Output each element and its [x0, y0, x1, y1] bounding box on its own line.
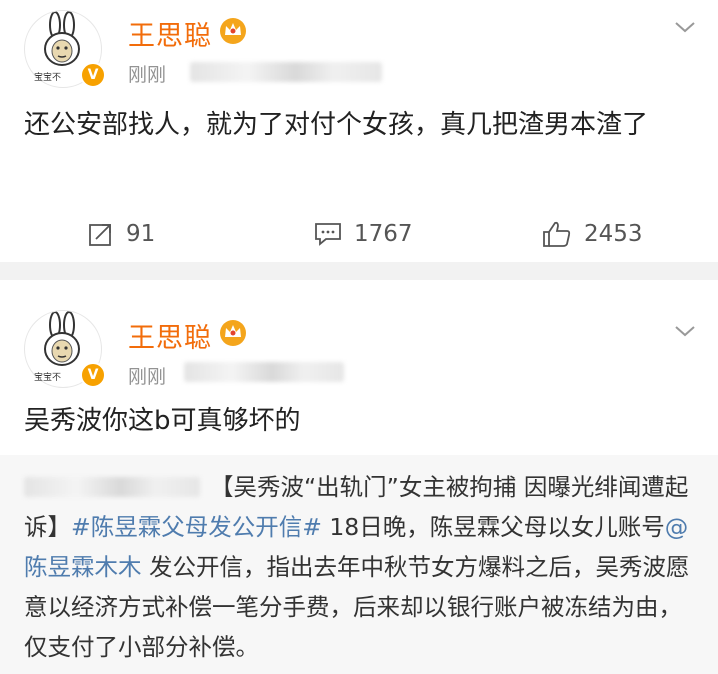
post-text: 还公安部找人，就为了对付个女孩，真几把渣男本渣了 — [24, 110, 649, 140]
weibo-post: 宝宝不 V 王思聪 刚刚 还公安部找人，就为了对付个女孩，真几把渣男本渣了 91… — [0, 0, 718, 262]
repost-body: 18日晚，陈昱霖父母以女儿账号 — [321, 513, 665, 541]
weibo-post: 宝宝不 V 王思聪 刚刚 吴秀波你这b可真够坏的 【吴秀波“出轨门”女主被拘捕 … — [0, 280, 718, 674]
chevron-down-icon[interactable] — [674, 324, 696, 338]
avatar-caption: 宝宝不 — [34, 373, 62, 383]
username[interactable]: 王思聪 — [128, 316, 212, 355]
verified-badge-icon: V — [80, 362, 106, 388]
post-text: 吴秀波你这b可真够坏的 — [24, 406, 301, 436]
comment-button[interactable]: 1767 — [314, 214, 413, 254]
hashtag-link[interactable]: #陈昱霖父母发公开信# — [71, 513, 322, 541]
blurred-source — [190, 62, 382, 82]
crown-icon — [220, 320, 246, 346]
repost-card[interactable]: 【吴秀波“出轨门”女主被拘捕 因曝光绯闻遭起诉】#陈昱霖父母发公开信# 18日晚… — [0, 455, 718, 674]
comment-icon — [315, 223, 341, 246]
post-time: 刚刚 — [128, 64, 167, 86]
verified-badge-icon: V — [80, 62, 106, 88]
repost-count: 91 — [126, 221, 156, 247]
post-divider — [0, 262, 718, 280]
crown-icon — [220, 18, 246, 44]
comment-count: 1767 — [354, 221, 413, 247]
username[interactable]: 王思聪 — [128, 14, 212, 53]
chevron-down-icon[interactable] — [674, 20, 696, 34]
avatar-caption: 宝宝不 — [34, 73, 62, 83]
thumbs-up-icon — [543, 221, 571, 247]
like-button[interactable]: 2453 — [542, 214, 643, 254]
repost-text: 【吴秀波“出轨门”女主被拘捕 因曝光绯闻遭起诉】#陈昱霖父母发公开信# 18日晚… — [24, 467, 700, 667]
like-count: 2453 — [584, 221, 643, 247]
action-bar: 91 1767 2453 — [0, 214, 718, 254]
blurred-source — [184, 362, 344, 382]
repost-icon — [89, 224, 111, 246]
post-time: 刚刚 — [128, 366, 167, 388]
repost-button[interactable]: 91 — [88, 214, 155, 254]
